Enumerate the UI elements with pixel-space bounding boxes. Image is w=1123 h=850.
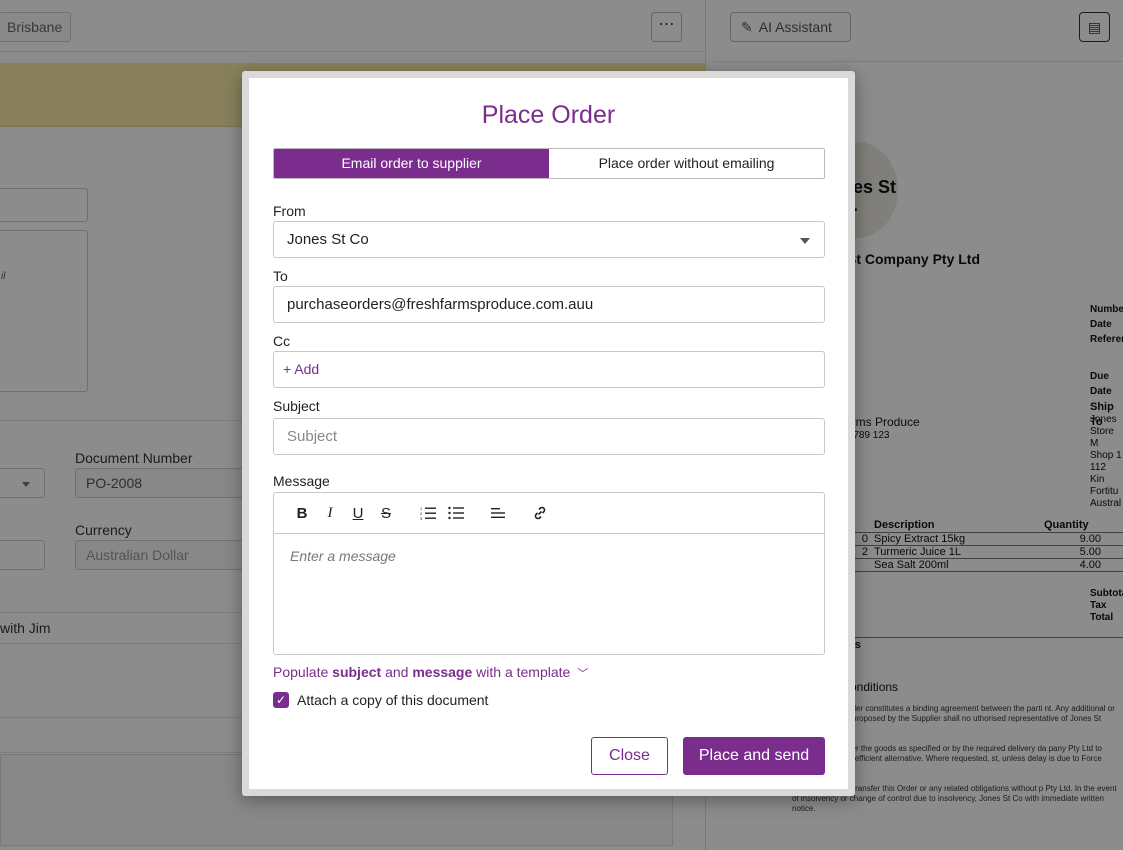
subject-input[interactable]: Subject <box>273 418 825 455</box>
message-input[interactable]: Enter a message <box>274 534 824 578</box>
template-link-prefix: Populate <box>273 664 333 680</box>
order-mode-toggle: Email order to supplier Place order with… <box>273 148 825 179</box>
svg-text:3: 3 <box>420 516 423 520</box>
chevron-down-icon <box>800 238 810 244</box>
template-link-middle: and <box>381 664 413 680</box>
subject-label: Subject <box>273 398 320 414</box>
attach-document-label: Attach a copy of this document <box>297 692 489 708</box>
tab-place-without-email[interactable]: Place order without emailing <box>549 149 824 178</box>
attach-document-checkbox[interactable]: ✓ <box>273 692 289 708</box>
populate-template-link[interactable]: Populate subject and message with a temp… <box>273 664 588 681</box>
dialog-title: Place Order <box>481 101 616 129</box>
link-icon[interactable] <box>526 499 554 527</box>
close-button[interactable]: Close <box>591 737 668 775</box>
template-link-message: message <box>412 664 473 680</box>
place-order-dialog: Place Order Email order to supplier Plac… <box>242 71 855 796</box>
message-label: Message <box>273 473 330 489</box>
message-editor: B I U S 123 Enter a message <box>273 492 825 655</box>
strikethrough-icon[interactable]: S <box>372 499 400 527</box>
from-value: Jones St Co <box>287 231 369 248</box>
bullet-list-icon[interactable] <box>442 499 470 527</box>
chevron-down-icon: ﹀ <box>577 668 589 680</box>
to-field[interactable]: purchaseorders@freshfarmsproduce.com.auu <box>273 286 825 323</box>
cc-field[interactable]: + Add <box>273 351 825 388</box>
editor-toolbar: B I U S 123 <box>274 493 824 534</box>
template-link-subject: subject <box>332 664 382 680</box>
attach-document-option: ✓ Attach a copy of this document <box>273 692 488 708</box>
italic-icon[interactable]: I <box>316 499 344 527</box>
from-label: From <box>273 203 306 219</box>
place-and-send-button[interactable]: Place and send <box>683 737 825 775</box>
underline-icon[interactable]: U <box>344 499 372 527</box>
align-left-icon[interactable] <box>484 499 512 527</box>
cc-add-button[interactable]: + Add <box>283 361 319 377</box>
to-label: To <box>273 268 288 284</box>
ordered-list-icon[interactable]: 123 <box>414 499 442 527</box>
tab-email-order[interactable]: Email order to supplier <box>274 149 549 178</box>
cc-label: Cc <box>273 333 291 349</box>
from-select[interactable]: Jones St Co <box>273 221 825 258</box>
bold-icon[interactable]: B <box>288 499 316 527</box>
template-link-suffix: with a template <box>472 664 571 680</box>
